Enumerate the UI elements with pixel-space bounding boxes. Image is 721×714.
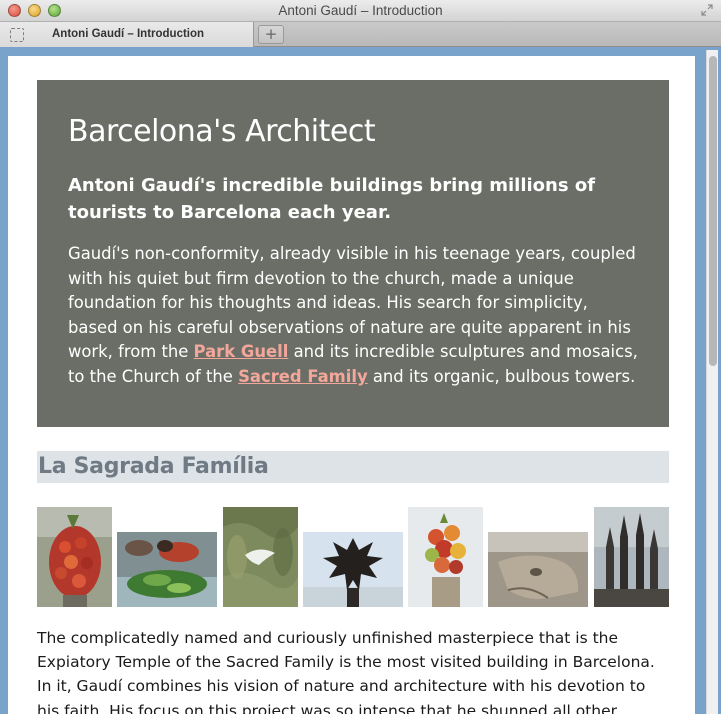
tab-label: Antoni Gaudí – Introduction bbox=[52, 28, 205, 40]
chameleon-sculpture-photo[interactable] bbox=[117, 532, 217, 607]
hero-body-text: and its organic, bulbous towers. bbox=[367, 366, 636, 386]
photo-gallery bbox=[37, 507, 669, 607]
towers-photo[interactable] bbox=[594, 507, 669, 607]
dove-relief-photo[interactable] bbox=[223, 507, 298, 607]
window-title: Antoni Gaudí – Introduction bbox=[278, 3, 443, 18]
hero-lead: Antoni Gaudí's incredible buildings brin… bbox=[68, 175, 596, 223]
park-guell-link[interactable]: Park Guell bbox=[194, 342, 289, 361]
tab-gaudi-introduction[interactable]: Antoni Gaudí – Introduction bbox=[0, 22, 254, 47]
article-paragraph: The complicatedly named and curiously un… bbox=[37, 629, 655, 714]
browser-window: Antoni Gaudí – Introduction Antoni Gaudí… bbox=[0, 0, 721, 714]
fruit-basket-pinnacle-photo[interactable] bbox=[408, 507, 483, 607]
hero-panel: Barcelona's Architect Antoni Gaudí's inc… bbox=[37, 80, 669, 427]
new-tab-button[interactable]: + bbox=[258, 25, 284, 44]
stone-head-photo[interactable] bbox=[488, 532, 588, 607]
sacred-family-link[interactable]: Sacred Family bbox=[238, 367, 368, 386]
page-title: Barcelona's Architect bbox=[68, 114, 376, 149]
vertical-scrollbar[interactable] bbox=[706, 50, 718, 714]
fruit-sculpture-photo[interactable] bbox=[37, 507, 112, 607]
page-viewport: Barcelona's Architect Antoni Gaudí's inc… bbox=[8, 56, 695, 714]
tab-close-icon[interactable] bbox=[10, 28, 24, 42]
scrollbar-thumb[interactable] bbox=[709, 56, 717, 366]
hero-body: Gaudí's non-conformity, already visible … bbox=[68, 242, 638, 390]
section-heading: La Sagrada Família bbox=[37, 451, 669, 483]
tab-bar: Antoni Gaudí – Introduction + bbox=[0, 22, 721, 47]
spiky-finial-photo[interactable] bbox=[303, 532, 403, 607]
fullscreen-icon[interactable] bbox=[701, 4, 713, 16]
title-bar[interactable]: Antoni Gaudí – Introduction bbox=[0, 0, 721, 22]
